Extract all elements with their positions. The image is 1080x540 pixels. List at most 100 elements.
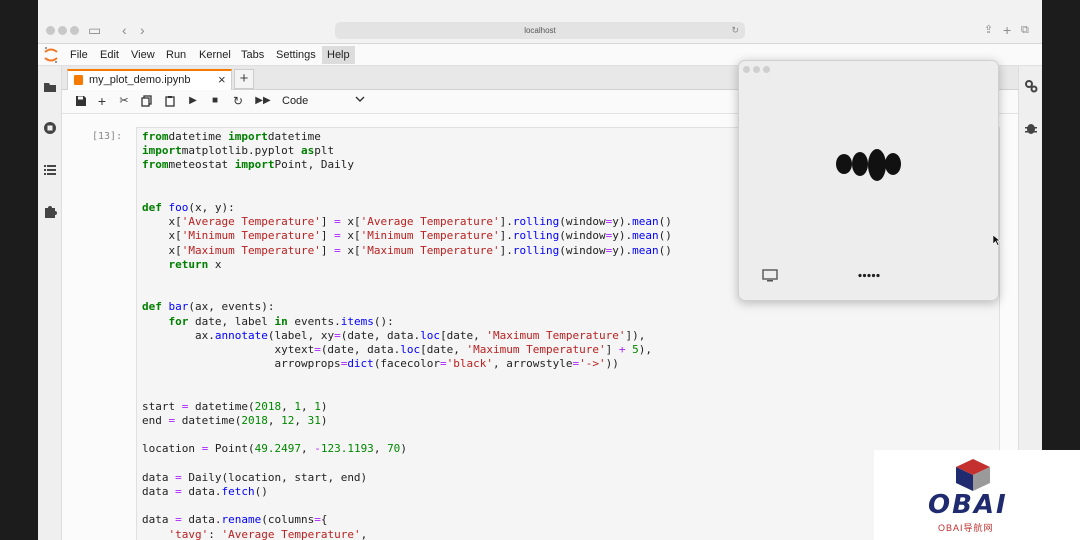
menu-settings[interactable]: Settings bbox=[276, 49, 316, 61]
maximize-window-button[interactable] bbox=[70, 26, 79, 35]
code-token: (): bbox=[373, 314, 394, 328]
code-token: 'Minimum Temperature' bbox=[360, 229, 500, 243]
stop-icon[interactable]: ■ bbox=[209, 95, 221, 107]
menu-file[interactable]: File bbox=[70, 49, 88, 61]
folder-icon[interactable] bbox=[43, 80, 57, 94]
more-options-icon[interactable] bbox=[858, 273, 880, 278]
code-token: = bbox=[334, 328, 341, 342]
back-icon[interactable]: ‹ bbox=[122, 22, 127, 38]
cell-type-select[interactable]: Code bbox=[282, 95, 308, 107]
debugger-icon[interactable] bbox=[1024, 121, 1038, 135]
code-token: () bbox=[254, 485, 268, 498]
code-token: loc bbox=[400, 343, 421, 356]
code-token: '->' bbox=[579, 357, 606, 371]
share-icon[interactable]: ⇪ bbox=[984, 22, 993, 38]
restart-run-all-icon[interactable]: ▶▶ bbox=[255, 95, 271, 107]
popup-maximize-button[interactable] bbox=[763, 66, 770, 73]
code-token: { bbox=[320, 513, 328, 527]
code-token: = bbox=[334, 243, 341, 257]
code-token: () bbox=[658, 243, 672, 257]
minimize-window-button[interactable] bbox=[58, 26, 67, 35]
code-token: matplotlib.pyplot bbox=[181, 144, 301, 158]
save-icon[interactable] bbox=[75, 95, 87, 107]
code-token: 70 bbox=[387, 442, 401, 456]
code-line[interactable]: x['Average Temperature'] = x['Average Te… bbox=[142, 215, 671, 229]
code-token: datetime( bbox=[188, 399, 255, 413]
menu-kernel[interactable]: Kernel bbox=[199, 49, 231, 61]
run-icon[interactable]: ▶ bbox=[187, 95, 199, 107]
code-line[interactable]: location = Point(49.2497, -123.1193, 70) bbox=[142, 442, 407, 456]
code-token: mean bbox=[632, 229, 659, 243]
code-token: - bbox=[314, 442, 321, 456]
restart-icon[interactable]: ↻ bbox=[232, 95, 244, 107]
code-token: 'tavg' bbox=[168, 527, 209, 540]
code-token: (window bbox=[559, 229, 606, 243]
code-token: (window bbox=[559, 215, 606, 229]
url-bar[interactable]: localhost ↻ bbox=[335, 22, 745, 39]
code-token: datetime( bbox=[175, 414, 242, 427]
code-line[interactable]: data = data.fetch() bbox=[142, 485, 268, 499]
table-of-contents-icon[interactable] bbox=[43, 163, 57, 177]
screen-share-icon[interactable] bbox=[762, 269, 778, 283]
code-token: events. bbox=[287, 314, 341, 328]
extensions-icon[interactable] bbox=[43, 204, 57, 218]
code-token: , bbox=[300, 442, 315, 456]
forward-icon[interactable]: › bbox=[140, 22, 145, 38]
close-window-button[interactable] bbox=[46, 26, 55, 35]
code-token: data. bbox=[181, 513, 222, 527]
execution-prompt: [13]: bbox=[92, 131, 123, 142]
code-line[interactable]: arrowprops=dict(facecolor='black', arrow… bbox=[142, 357, 618, 371]
running-kernels-icon[interactable] bbox=[43, 121, 57, 135]
tab-close-icon[interactable]: × bbox=[218, 72, 226, 87]
tab-my-plot-demo[interactable]: my_plot_demo.ipynb × bbox=[67, 69, 232, 90]
code-line[interactable]: def foo(x, y): bbox=[142, 201, 235, 215]
menu-help[interactable]: Help bbox=[322, 46, 355, 64]
new-launcher-button[interactable]: + bbox=[234, 69, 254, 89]
reload-icon[interactable]: ↻ bbox=[731, 22, 739, 39]
code-line[interactable]: ax.annotate(label, xy=(date, data.loc[da… bbox=[142, 329, 645, 343]
code-line[interactable]: x['Maximum Temperature'] = x['Maximum Te… bbox=[142, 243, 672, 258]
code-token: 123.1193 bbox=[320, 442, 374, 456]
code-line[interactable]: start = datetime(2018, 1, 1) bbox=[142, 400, 327, 414]
code-token: (label, xy bbox=[267, 328, 335, 342]
code-line[interactable]: return x bbox=[142, 258, 222, 272]
popup-close-button[interactable] bbox=[743, 66, 750, 73]
code-line[interactable]: frommeteostat importPoint, Daily bbox=[142, 158, 354, 172]
menu-edit[interactable]: Edit bbox=[100, 49, 119, 61]
code-line[interactable]: 'tavg': 'Average Temperature', bbox=[142, 527, 368, 540]
code-token: ) bbox=[320, 414, 328, 427]
code-token: rolling bbox=[512, 215, 560, 229]
code-token: plt bbox=[314, 144, 335, 158]
code-line[interactable]: end = datetime(2018, 12, 31) bbox=[142, 414, 327, 428]
code-line[interactable]: x['Minimum Temperature'] = x['Minimum Te… bbox=[142, 229, 671, 243]
tab-overview-icon[interactable]: ⧉ bbox=[1021, 22, 1029, 38]
menu-run[interactable]: Run bbox=[166, 49, 186, 61]
code-token: datetime bbox=[168, 130, 229, 143]
menu-tabs[interactable]: Tabs bbox=[241, 49, 264, 61]
code-token: return bbox=[168, 257, 209, 271]
code-token: from bbox=[142, 130, 169, 143]
cut-icon[interactable]: ✂ bbox=[118, 95, 130, 107]
code-line[interactable]: xytext=(date, data.loc[date, 'Maximum Te… bbox=[142, 343, 652, 357]
code-line[interactable]: def bar(ax, events): bbox=[142, 300, 274, 314]
code-token: ]. bbox=[499, 215, 513, 229]
insert-cell-icon[interactable]: + bbox=[96, 94, 108, 108]
code-line[interactable]: fromdatetime importdatetime bbox=[142, 130, 321, 144]
code-token: import bbox=[228, 130, 268, 143]
code-token: location bbox=[142, 442, 202, 456]
chevron-down-icon[interactable] bbox=[355, 94, 365, 104]
code-line[interactable]: data = data.rename(columns={ bbox=[142, 513, 327, 527]
menu-view[interactable]: View bbox=[131, 49, 155, 61]
paste-icon[interactable] bbox=[164, 95, 176, 107]
sidebar-toggle-icon[interactable]: ▭ bbox=[88, 22, 101, 38]
code-line[interactable]: importmatplotlib.pyplot asplt bbox=[142, 144, 334, 158]
code-line[interactable]: for date, label in events.items(): bbox=[142, 315, 394, 329]
popup-minimize-button[interactable] bbox=[753, 66, 760, 73]
copy-icon[interactable] bbox=[141, 95, 153, 107]
property-inspector-icon[interactable] bbox=[1024, 79, 1038, 93]
code-line[interactable]: data = Daily(location, start, end) bbox=[142, 471, 367, 485]
tab-label: my_plot_demo.ipynb bbox=[89, 74, 191, 86]
new-tab-icon[interactable]: + bbox=[1003, 22, 1011, 38]
code-token: 'Minimum Temperature' bbox=[181, 229, 321, 243]
